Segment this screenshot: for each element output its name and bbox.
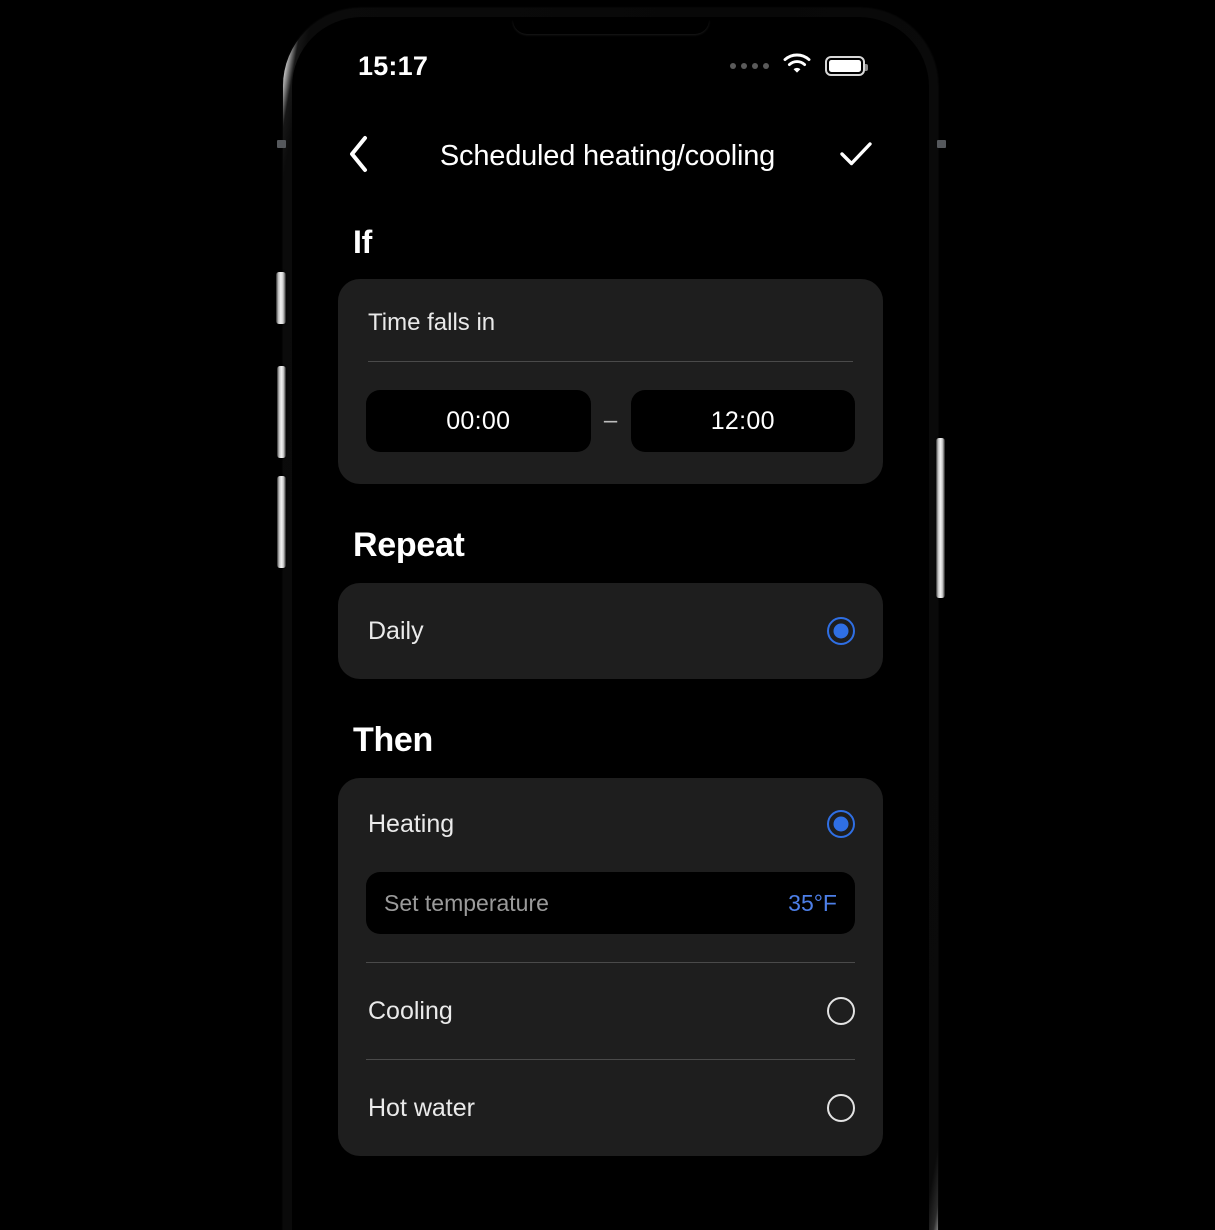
repeat-option-daily[interactable]: Daily — [366, 583, 855, 679]
frame-antenna-seam-right — [937, 140, 946, 148]
mute-switch-button[interactable] — [276, 272, 286, 324]
check-icon — [839, 140, 873, 173]
condition-card: Time falls in 00:00 – 12:00 — [338, 279, 883, 484]
action-option-label: Cooling — [368, 996, 453, 1025]
time-end-field[interactable]: 12:00 — [630, 390, 855, 452]
set-temperature-label: Set temperature — [384, 889, 549, 916]
status-bar-clock: 15:17 — [358, 50, 429, 81]
radio-unselected-icon[interactable] — [827, 1094, 855, 1122]
set-temperature-row[interactable]: Set temperature 35°F — [366, 872, 855, 934]
wifi-icon — [783, 53, 811, 79]
status-bar: 15:17 — [296, 20, 925, 112]
screenshot-root: 15:17 Scheduled heating/cooling If Time … — [0, 0, 1215, 1230]
phone-screen: 15:17 Scheduled heating/cooling If Time … — [296, 20, 925, 1230]
status-bar-icons — [730, 53, 868, 79]
frame-antenna-seam-left — [277, 140, 286, 148]
radio-selected-icon[interactable] — [827, 617, 855, 645]
battery-full-icon — [825, 56, 868, 76]
action-option-label: Hot water — [368, 1093, 475, 1122]
action-card: Heating Set temperature 35°F Cooling Hot… — [338, 778, 883, 1156]
repeat-option-label: Daily — [368, 616, 424, 645]
page-title: Scheduled heating/cooling — [439, 139, 776, 172]
confirm-button[interactable] — [833, 133, 879, 179]
chevron-left-icon — [346, 134, 372, 179]
section-heading-then: Then — [353, 721, 434, 759]
time-start-field[interactable]: 00:00 — [366, 390, 591, 452]
settings-content: If Time falls in 00:00 – 12:00 Repeat Da… — [296, 200, 925, 1230]
radio-unselected-icon[interactable] — [827, 997, 855, 1025]
time-range-separator: – — [603, 407, 618, 434]
action-option-label: Heating — [368, 809, 455, 838]
radio-selected-icon[interactable] — [827, 810, 855, 838]
section-heading-if: If — [353, 224, 372, 260]
volume-down-button[interactable] — [277, 476, 286, 568]
back-button[interactable] — [336, 133, 382, 179]
section-heading-repeat: Repeat — [353, 526, 465, 564]
signal-dots-icon — [730, 63, 769, 69]
action-option-hot-water[interactable]: Hot water — [366, 1060, 855, 1156]
time-range-row: 00:00 – 12:00 — [366, 362, 855, 484]
set-temperature-value: 35°F — [788, 889, 837, 916]
volume-up-button[interactable] — [277, 366, 286, 458]
action-option-cooling[interactable]: Cooling — [366, 963, 855, 1059]
condition-label: Time falls in — [368, 309, 496, 336]
repeat-card: Daily — [338, 583, 883, 679]
power-button[interactable] — [936, 438, 945, 598]
navigation-bar: Scheduled heating/cooling — [296, 112, 925, 200]
action-option-heating[interactable]: Heating — [366, 778, 855, 870]
